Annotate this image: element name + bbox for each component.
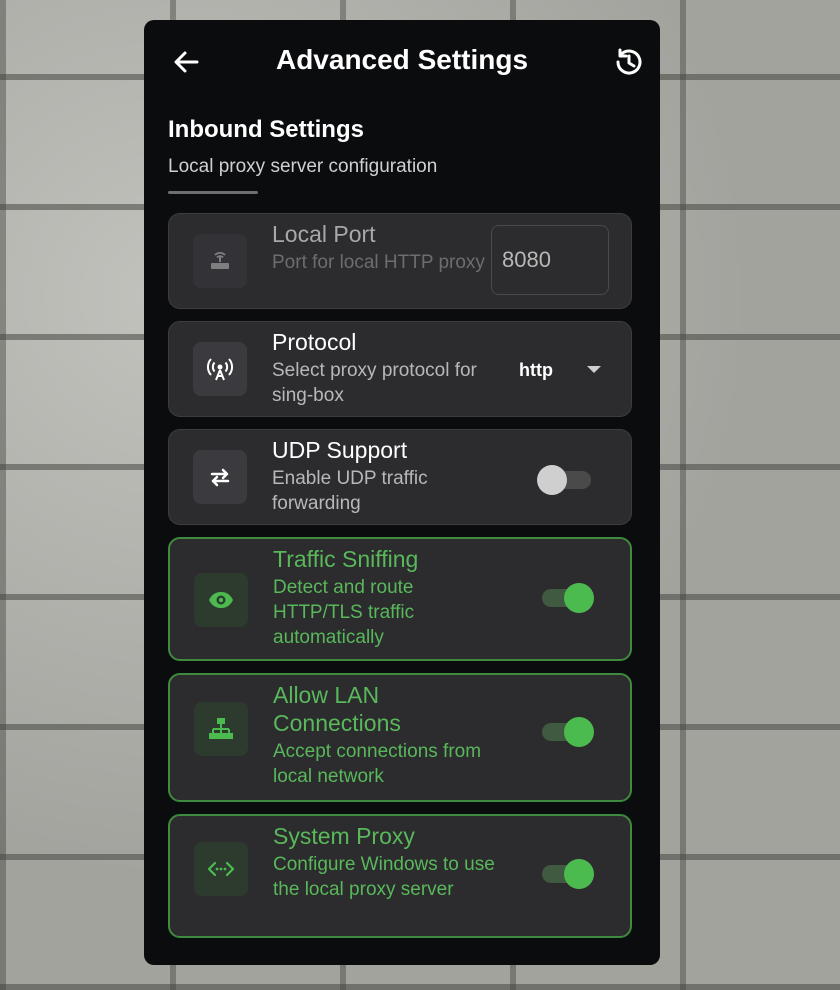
toggle-thumb xyxy=(537,465,567,495)
history-icon[interactable] xyxy=(610,44,646,80)
top-bar: Advanced Settings xyxy=(144,20,660,100)
eye-icon xyxy=(194,573,248,627)
allow-lan-card: Allow LAN Connections Accept connections… xyxy=(168,673,632,802)
traffic-sniffing-subtitle: Detect and route HTTP/TLS traffic automa… xyxy=(273,577,415,648)
section-subtitle: Local proxy server configuration xyxy=(168,156,438,177)
local-port-input[interactable] xyxy=(491,225,609,295)
protocol-select[interactable]: http xyxy=(511,352,611,390)
allow-lan-title: Allow LAN Connections xyxy=(273,682,401,736)
swap-arrows-icon xyxy=(193,450,247,504)
antenna-icon xyxy=(193,342,247,396)
toggle-thumb xyxy=(564,717,594,747)
network-tree-icon xyxy=(194,702,248,756)
allow-lan-toggle[interactable] xyxy=(540,713,596,747)
local-port-subtitle: Port for local HTTP proxy xyxy=(272,252,485,273)
system-proxy-subtitle: Configure Windows to use the local proxy… xyxy=(273,854,495,900)
udp-support-card: UDP Support Enable UDP traffic forwardin… xyxy=(168,429,632,525)
system-proxy-toggle[interactable] xyxy=(540,855,596,889)
system-proxy-title: System Proxy xyxy=(273,823,415,849)
protocol-subtitle: Select proxy protocol for sing-box xyxy=(272,360,477,406)
local-port-title: Local Port xyxy=(272,221,376,247)
traffic-sniffing-card: Traffic Sniffing Detect and route HTTP/T… xyxy=(168,537,632,661)
protocol-title: Protocol xyxy=(272,329,357,355)
code-arrows-icon xyxy=(194,842,248,896)
router-icon xyxy=(193,234,247,288)
protocol-value: http xyxy=(519,360,553,380)
protocol-card: Protocol Select proxy protocol for sing-… xyxy=(168,321,632,417)
section-title: Inbound Settings xyxy=(168,116,364,143)
system-proxy-card: System Proxy Configure Windows to use th… xyxy=(168,814,632,938)
page-title: Advanced Settings xyxy=(275,44,529,75)
traffic-sniffing-title: Traffic Sniffing xyxy=(273,546,419,572)
local-port-card: Local Port Port for local HTTP proxy xyxy=(168,213,632,309)
toggle-thumb xyxy=(564,859,594,889)
section-divider xyxy=(168,191,258,194)
udp-support-subtitle: Enable UDP traffic forwarding xyxy=(272,468,428,514)
chevron-down-icon xyxy=(587,366,601,373)
back-arrow-icon[interactable] xyxy=(168,44,204,80)
udp-support-toggle[interactable] xyxy=(537,461,595,495)
toggle-thumb xyxy=(564,583,594,613)
udp-support-title: UDP Support xyxy=(272,437,408,463)
settings-panel: Advanced Settings Inbound Settings Local… xyxy=(144,20,660,965)
traffic-sniffing-toggle[interactable] xyxy=(540,579,596,613)
allow-lan-subtitle: Accept connections from local network xyxy=(273,741,482,787)
